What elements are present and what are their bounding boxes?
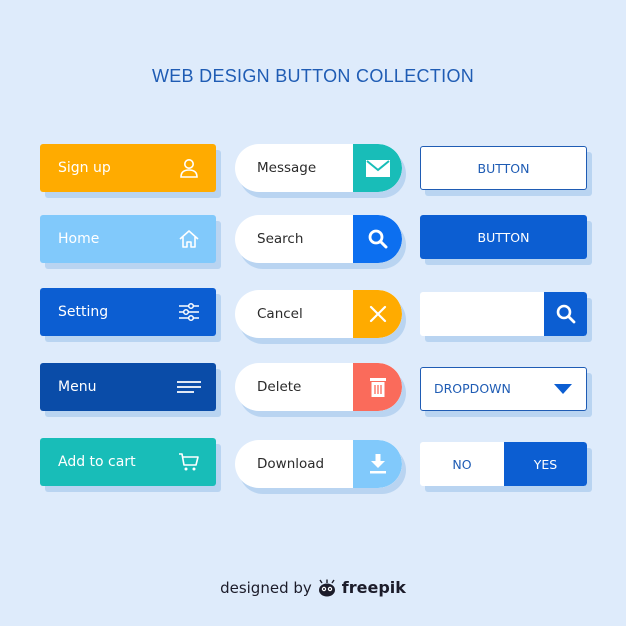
download-icon — [369, 454, 386, 474]
sign-up-button[interactable]: Sign up — [40, 144, 216, 192]
button-label: Search — [257, 231, 304, 247]
button-label: Message — [257, 160, 317, 176]
button-label: Delete — [257, 379, 302, 395]
credit-prefix: designed by — [220, 578, 312, 597]
delete-button[interactable]: Delete — [235, 363, 402, 411]
user-icon — [180, 159, 198, 178]
button-label: Download — [257, 456, 325, 472]
menu-icon — [177, 381, 201, 393]
toggle-no-option[interactable]: NO — [420, 442, 504, 486]
search-field[interactable] — [420, 292, 587, 336]
cancel-button[interactable]: Cancel — [235, 290, 402, 338]
search-input[interactable] — [420, 292, 544, 336]
home-icon — [179, 230, 199, 248]
freepik-logo-icon — [318, 579, 335, 596]
message-button[interactable]: Message — [235, 144, 402, 192]
yes-no-toggle[interactable]: NO YES — [420, 442, 587, 486]
menu-button[interactable]: Menu — [40, 363, 216, 411]
solid-button[interactable]: BUTTON — [420, 215, 587, 259]
page-title: WEB DESIGN BUTTON COLLECTION — [151, 66, 475, 86]
dropdown-select[interactable]: DROPDOWN — [420, 367, 587, 411]
brand-name: freepik — [341, 578, 406, 597]
caret-down-icon — [554, 384, 572, 394]
close-icon — [369, 305, 386, 323]
button-label: Menu — [58, 379, 97, 395]
sliders-icon — [179, 302, 199, 322]
download-button[interactable]: Download — [235, 440, 402, 488]
footer-credit: designed by freepik — [0, 578, 626, 597]
cart-icon — [179, 453, 199, 471]
search-button[interactable]: Search — [235, 215, 402, 263]
trash-icon — [369, 378, 386, 397]
button-label: Sign up — [58, 160, 111, 176]
search-icon — [368, 229, 387, 249]
toggle-yes-option[interactable]: YES — [504, 442, 587, 486]
envelope-icon — [365, 159, 390, 177]
dropdown-selected: DROPDOWN — [434, 381, 511, 396]
search-submit-button[interactable] — [544, 292, 587, 336]
search-icon — [556, 304, 575, 324]
button-label: Setting — [58, 304, 109, 320]
button-label: Add to cart — [58, 454, 136, 470]
button-label: Home — [58, 231, 100, 247]
add-to-cart-button[interactable]: Add to cart — [40, 438, 216, 486]
home-button[interactable]: Home — [40, 215, 216, 263]
button-label: Cancel — [257, 306, 303, 322]
outline-button[interactable]: BUTTON — [420, 146, 587, 190]
setting-button[interactable]: Setting — [40, 288, 216, 336]
